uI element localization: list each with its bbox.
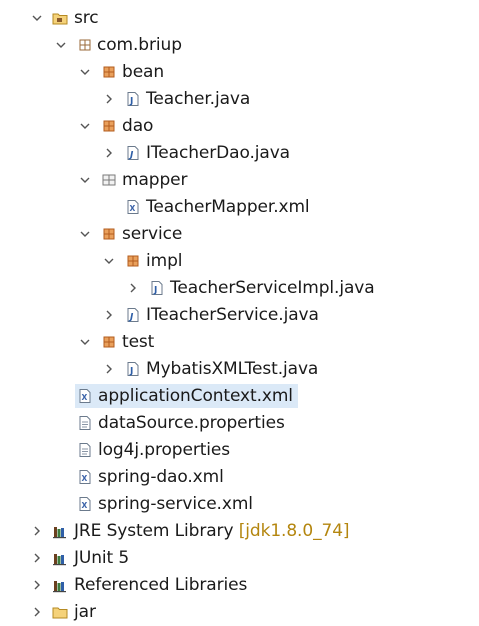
library-icon: [52, 550, 68, 566]
tree-label: TeacherMapper.xml: [146, 197, 310, 217]
tree-label: bean: [122, 62, 165, 82]
tree-label: com.briup: [97, 35, 182, 55]
tree-label: TeacherServiceImpl.java: [170, 278, 375, 298]
library-decoration: [jdk1.8.0_74]: [238, 521, 350, 541]
text-file-icon: [77, 442, 93, 458]
chevron-right-icon[interactable]: [102, 303, 116, 327]
tree-row-applicationcontext-xml[interactable]: X applicationContext.xml: [0, 384, 479, 408]
chevron-down-icon[interactable]: [78, 114, 92, 138]
java-interface-file-icon: J: [125, 145, 141, 161]
chevron-down-icon[interactable]: [78, 330, 92, 354]
library-icon: [52, 577, 68, 593]
tree-label: applicationContext.xml: [98, 386, 293, 406]
chevron-right-icon[interactable]: [102, 87, 116, 111]
tree-label: src: [74, 8, 99, 28]
tree-row-jre-system-library[interactable]: JRE System Library [jdk1.8.0_74]: [0, 519, 479, 543]
empty-package-icon: [77, 37, 93, 53]
tree-row-spring-service-xml[interactable]: X spring-service.xml: [0, 492, 479, 516]
chevron-right-icon[interactable]: [126, 276, 140, 300]
svg-text:X: X: [130, 204, 136, 213]
tree-row-service[interactable]: service: [0, 222, 479, 246]
package-icon: [101, 334, 117, 350]
tree-label: JRE System Library [jdk1.8.0_74]: [74, 519, 350, 543]
source-folder-icon: [52, 10, 68, 26]
chevron-right-icon[interactable]: [30, 546, 44, 570]
project-explorer-tree: src com.briup bean J Teacher.java dao J …: [0, 0, 479, 626]
tree-row-dao[interactable]: dao: [0, 114, 479, 138]
chevron-down-icon[interactable]: [102, 249, 116, 273]
svg-text:J: J: [153, 286, 157, 296]
tree-label: jar: [74, 602, 96, 622]
tree-label: test: [122, 332, 155, 352]
tree-row-test[interactable]: test: [0, 330, 479, 354]
package-icon: [125, 253, 141, 269]
java-interface-file-icon: J: [125, 307, 141, 323]
tree-row-teacher-java[interactable]: J Teacher.java: [0, 87, 479, 111]
folder-icon: [52, 604, 68, 620]
chevron-right-icon[interactable]: [102, 357, 116, 381]
chevron-right-icon[interactable]: [30, 519, 44, 543]
tree-label: Teacher.java: [146, 89, 251, 109]
non-java-package-icon: [101, 172, 117, 188]
chevron-right-icon[interactable]: [102, 141, 116, 165]
tree-label: dataSource.properties: [98, 413, 285, 433]
chevron-right-icon[interactable]: [30, 600, 44, 624]
java-file-icon: J: [149, 280, 165, 296]
tree-row-impl[interactable]: impl: [0, 249, 479, 273]
xml-file-icon: X: [77, 496, 93, 512]
tree-label: spring-service.xml: [98, 494, 253, 514]
tree-label: ITeacherService.java: [146, 305, 319, 325]
package-icon: [101, 226, 117, 242]
tree-label: dao: [122, 116, 154, 136]
tree-row-jar[interactable]: jar: [0, 600, 479, 624]
xml-file-icon: X: [77, 469, 93, 485]
chevron-down-icon[interactable]: [54, 33, 68, 57]
tree-row-junit-5[interactable]: JUnit 5: [0, 546, 479, 570]
tree-label: impl: [146, 251, 183, 271]
tree-label: MybatisXMLTest.java: [146, 359, 319, 379]
tree-row-mybatisxmltest-java[interactable]: J MybatisXMLTest.java: [0, 357, 479, 381]
java-file-icon: J: [125, 361, 141, 377]
library-name: JRE System Library: [74, 521, 234, 541]
tree-label: JUnit 5: [74, 548, 130, 568]
tree-label: spring-dao.xml: [98, 467, 224, 487]
tree-label: ITeacherDao.java: [146, 143, 290, 163]
chevron-down-icon[interactable]: [30, 6, 44, 30]
tree-row-bean[interactable]: bean: [0, 60, 479, 84]
tree-row-log4j-properties[interactable]: log4j.properties: [0, 438, 479, 462]
library-icon: [52, 523, 68, 539]
svg-text:X: X: [82, 393, 88, 402]
svg-text:X: X: [82, 501, 88, 510]
svg-text:J: J: [129, 97, 133, 107]
java-file-icon: J: [125, 91, 141, 107]
tree-row-src[interactable]: src: [0, 6, 479, 30]
chevron-down-icon[interactable]: [78, 168, 92, 192]
chevron-right-icon[interactable]: [30, 573, 44, 597]
xml-file-icon: X: [77, 388, 93, 404]
package-icon: [101, 118, 117, 134]
xml-file-icon: X: [125, 199, 141, 215]
tree-row-spring-dao-xml[interactable]: X spring-dao.xml: [0, 465, 479, 489]
tree-row-teacherserviceimpl-java[interactable]: J TeacherServiceImpl.java: [0, 276, 479, 300]
tree-row-referenced-libraries[interactable]: Referenced Libraries: [0, 573, 479, 597]
tree-row-datasource-properties[interactable]: dataSource.properties: [0, 411, 479, 435]
tree-row-mapper[interactable]: mapper: [0, 168, 479, 192]
tree-label: log4j.properties: [98, 440, 231, 460]
svg-text:X: X: [82, 474, 88, 483]
tree-label: mapper: [122, 170, 188, 190]
tree-row-iteacherdao-java[interactable]: J ITeacherDao.java: [0, 141, 479, 165]
tree-row-teachermapper-xml[interactable]: X TeacherMapper.xml: [0, 195, 479, 219]
svg-text:J: J: [129, 367, 133, 377]
text-file-icon: [77, 415, 93, 431]
tree-row-iteacherservice-java[interactable]: J ITeacherService.java: [0, 303, 479, 327]
tree-label: Referenced Libraries: [74, 575, 248, 595]
tree-label: service: [122, 224, 183, 244]
chevron-down-icon[interactable]: [78, 60, 92, 84]
package-icon: [101, 64, 117, 80]
chevron-down-icon[interactable]: [78, 222, 92, 246]
tree-row-com-briup[interactable]: com.briup: [0, 33, 479, 57]
